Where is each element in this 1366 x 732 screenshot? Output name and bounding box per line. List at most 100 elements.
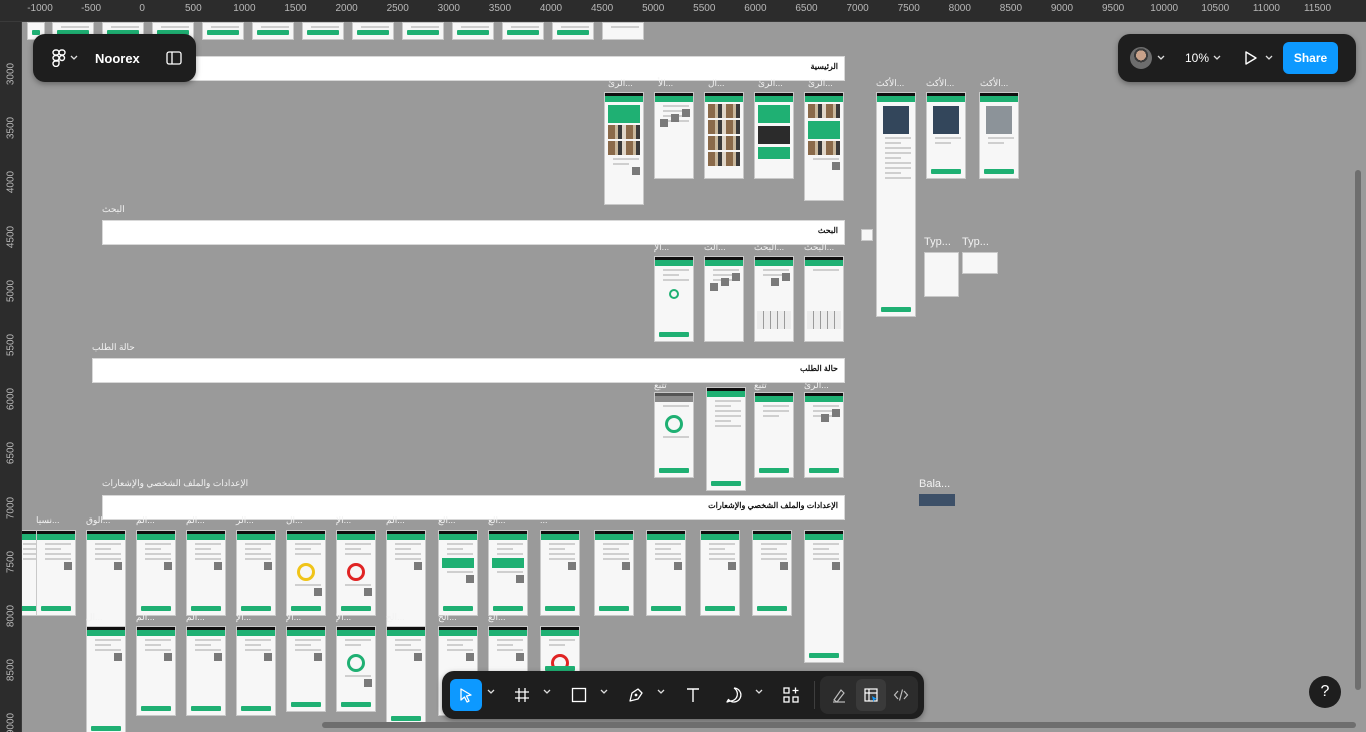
frame-small-marker[interactable] [861,229,873,241]
present-button[interactable] [1239,46,1261,70]
chevron-down-icon[interactable] [600,689,608,695]
frame-top-12[interactable] [552,22,594,40]
frame-type-2[interactable] [962,252,998,274]
frame-top-8[interactable] [352,22,394,40]
file-name[interactable]: Noorex [95,51,140,66]
frame-title[interactable]: الم... [186,612,205,623]
frame-top-10[interactable] [452,22,494,40]
frame-title[interactable]: الأكث... [926,78,954,89]
frame-title[interactable]: تتبع [754,380,767,391]
section-banner-order-status[interactable]: حالة الطلب [92,358,845,383]
frame-order-3[interactable] [754,392,794,478]
toggle-sidebar-button[interactable] [162,46,186,70]
chevron-down-icon[interactable] [487,689,495,695]
frame-balance-card[interactable] [919,494,955,506]
shape-tool-button[interactable] [563,679,595,711]
frame-search-2[interactable] [704,256,744,342]
frame-settings[interactable] [700,530,740,616]
frame-title[interactable]: الح... [438,612,457,623]
frame-title[interactable]: ال... [86,612,103,623]
frame-title[interactable]: الرئ... [608,78,633,89]
frame-title[interactable]: الم... [186,515,205,526]
text-tool-button[interactable] [677,679,709,711]
draw-mode-button[interactable] [824,679,854,711]
share-button[interactable]: Share [1283,42,1339,74]
vertical-scrollbar[interactable] [1355,170,1361,690]
frame-settings[interactable] [386,626,426,726]
frame-settings[interactable] [186,530,226,616]
frame-title[interactable]: الع... [438,515,456,526]
frame-home-1[interactable] [604,92,644,205]
frame-title[interactable]: Typ... [962,236,989,248]
frame-product-detail-2[interactable] [926,92,966,179]
chevron-down-icon[interactable] [543,689,551,695]
frame-settings[interactable] [286,530,326,616]
frame-search-1[interactable] [654,256,694,342]
frame-home-4[interactable] [754,92,794,179]
frame-title[interactable]: الم... [136,515,155,526]
frame-title[interactable]: الم... [136,612,155,623]
frame-title[interactable]: الرئ... [808,78,833,89]
frame-title[interactable]: الإ... [236,612,251,623]
frame-order-1[interactable] [654,392,694,478]
frame-settings[interactable] [136,530,176,616]
section-banner-settings[interactable]: الإعدادات والملف الشخصي والإشعارات [102,495,845,520]
frame-settings[interactable] [236,530,276,616]
frame-top-11[interactable] [502,22,544,40]
actions-tool-button[interactable] [775,679,807,711]
horizontal-scrollbar[interactable] [322,722,1356,728]
frame-title[interactable]: الأ... [658,78,673,89]
section-banner-search[interactable]: البحث [102,220,845,245]
chevron-down-icon[interactable] [755,689,763,695]
frame-title[interactable]: نسيا... [36,515,60,526]
frame-home-2[interactable] [654,92,694,179]
frame-title[interactable]: البحث... [804,242,834,253]
design-mode-button[interactable] [856,679,886,711]
zoom-menu[interactable]: 10% [1185,51,1221,65]
chevron-down-icon[interactable] [1157,55,1165,61]
frame-top-7[interactable] [302,22,344,40]
help-button[interactable]: ? [1309,676,1341,708]
frame-top-13[interactable] [602,22,644,40]
chevron-down-icon[interactable] [657,689,665,695]
design-canvas[interactable]: الرئيسية الرئ... الأ... ال... الرئ... ال… [22,22,1366,732]
frame-tool-button[interactable] [506,679,538,711]
frame-title[interactable]: Typ... [924,236,951,248]
frame-title[interactable]: الإ... [654,242,669,253]
frame-settings[interactable] [36,530,76,616]
frame-title[interactable]: الإ... [286,612,301,623]
frame-top-5[interactable] [202,22,244,40]
frame-settings[interactable] [136,626,176,716]
frame-title[interactable]: الت... [704,242,726,253]
pen-tool-button[interactable] [620,679,652,711]
frame-title[interactable]: ... [540,515,548,525]
frame-settings[interactable] [540,626,580,676]
frame-settings[interactable] [804,530,844,663]
frame-settings[interactable] [594,530,634,616]
frame-product-detail-1[interactable] [876,92,916,317]
frame-settings[interactable] [540,530,580,616]
frame-settings[interactable] [336,530,376,616]
frame-title[interactable]: الإ... [336,612,351,623]
frame-title[interactable]: البحث... [754,242,784,253]
avatar[interactable] [1130,47,1152,69]
frame-title[interactable]: الوق... [86,515,110,526]
frame-search-3[interactable] [754,256,794,342]
frame-settings[interactable] [186,626,226,716]
frame-search-4[interactable] [804,256,844,342]
frame-settings[interactable] [752,530,792,616]
frame-order-4[interactable] [804,392,844,478]
frame-settings[interactable] [286,626,326,712]
frame-home-5[interactable] [804,92,844,201]
frame-settings[interactable] [646,530,686,616]
section-banner-home[interactable]: الرئيسية [94,56,845,81]
frame-top-9[interactable] [402,22,444,40]
frame-top-6[interactable] [252,22,294,40]
frame-settings[interactable] [438,530,478,616]
frame-title[interactable]: ال... [286,515,303,526]
frame-title[interactable]: الأكث... [876,78,904,89]
frame-settings[interactable] [336,626,376,712]
frame-title[interactable]: Bala... [919,478,950,490]
frame-home-3[interactable] [704,92,744,179]
frame-title[interactable]: الع... [488,612,506,623]
